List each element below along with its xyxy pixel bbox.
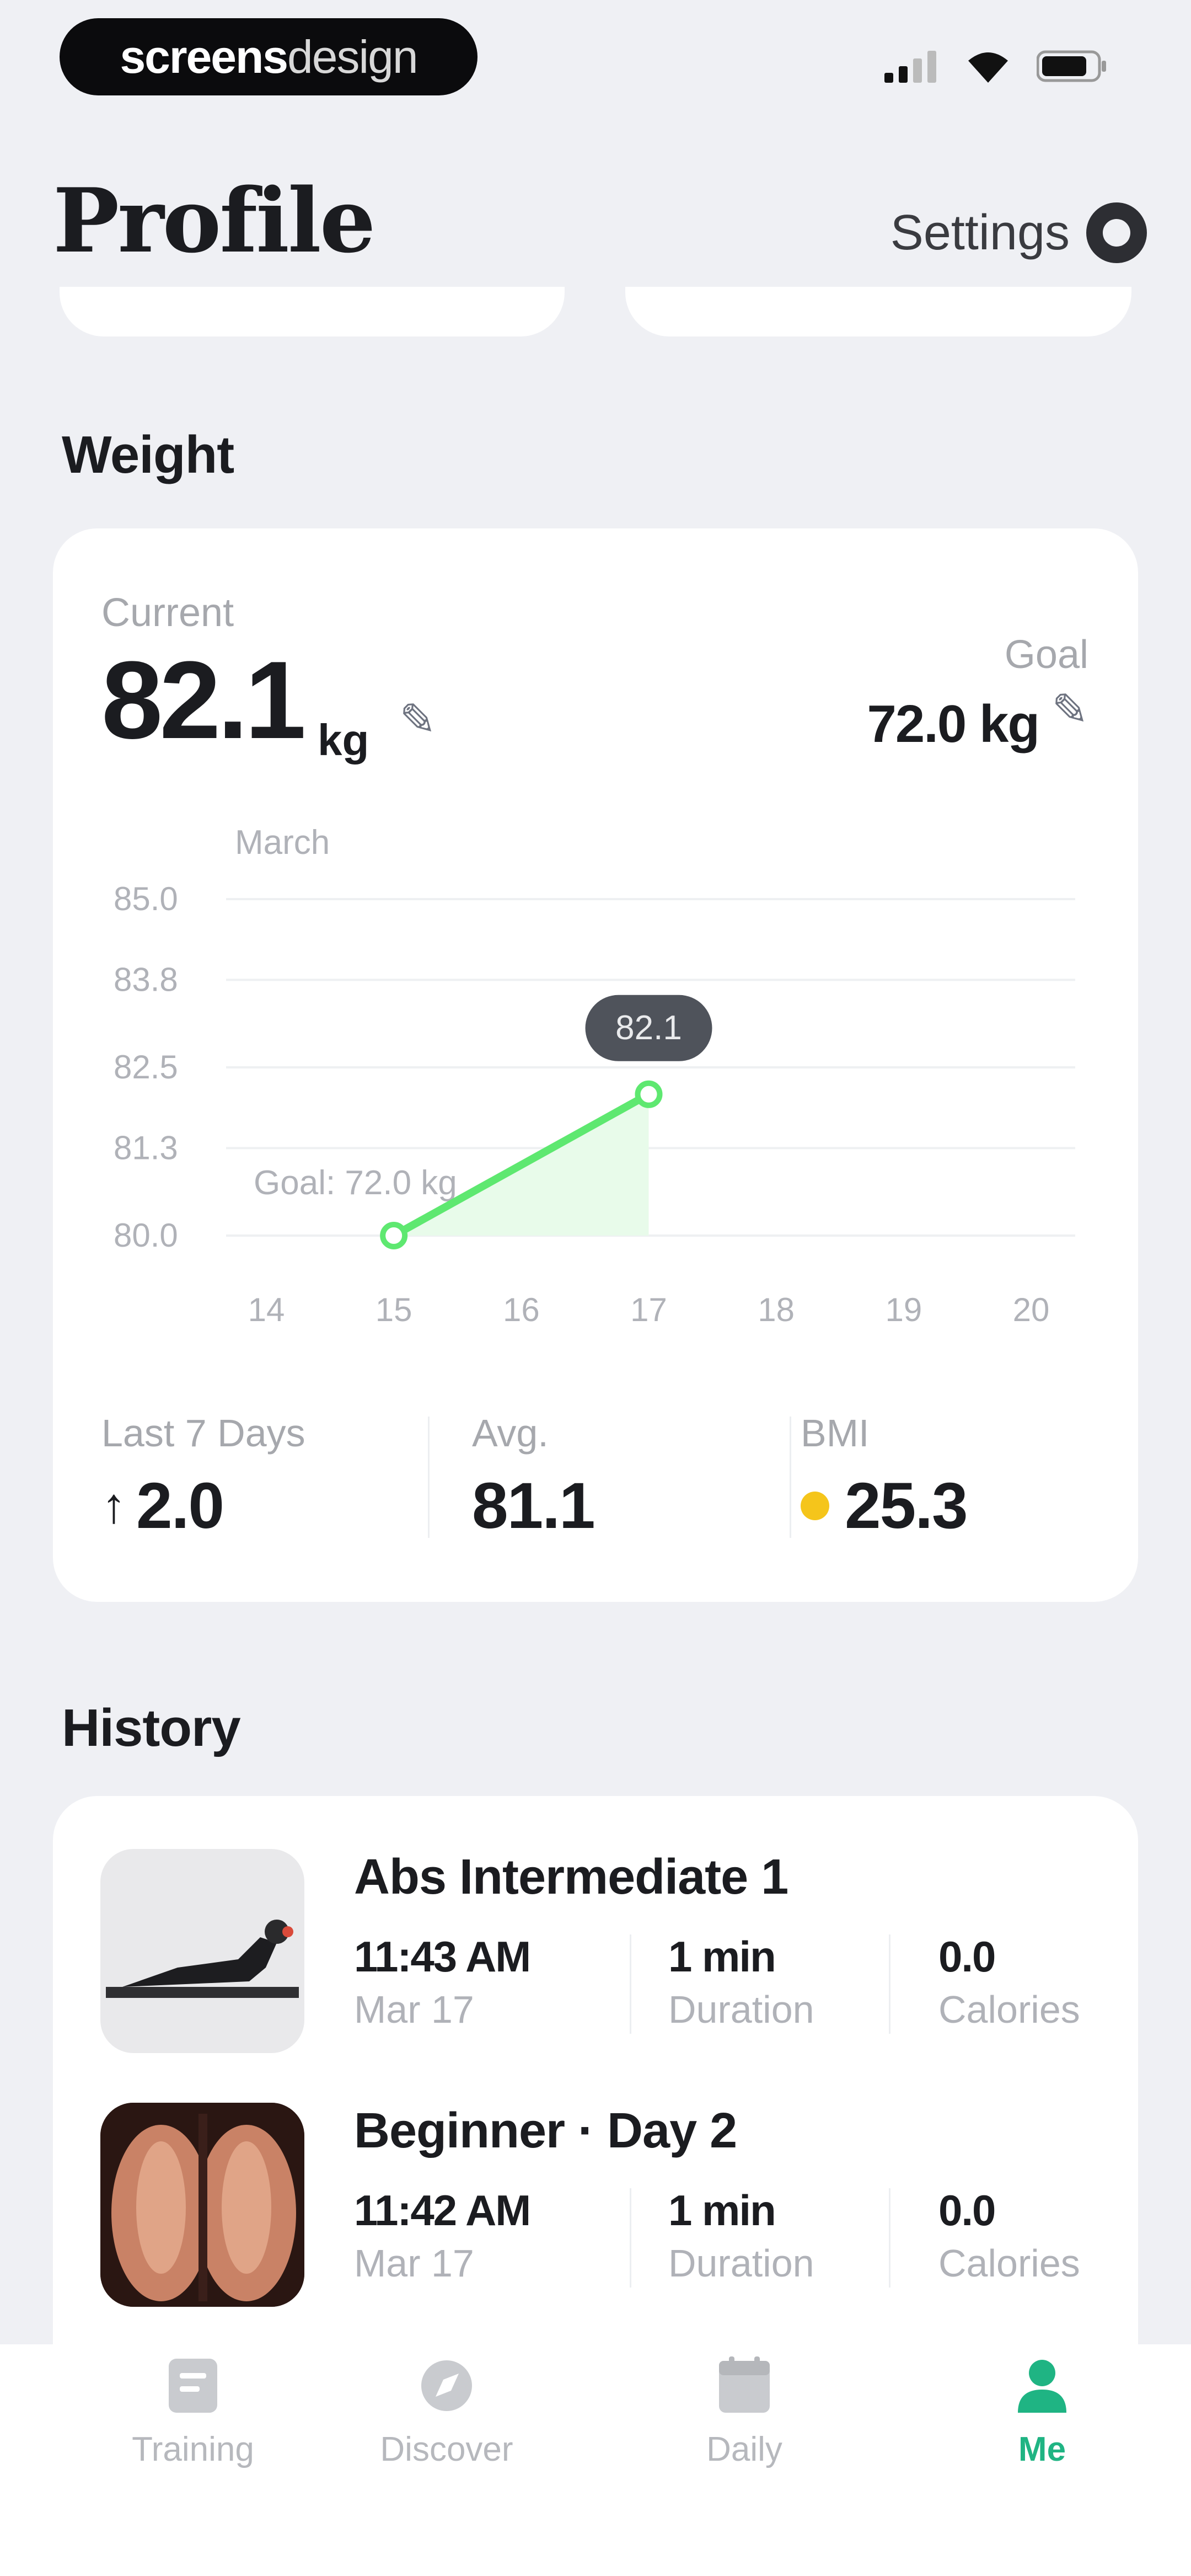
- history-item[interactable]: Abs Intermediate 1 11:43 AM Mar 17 1 min…: [100, 1849, 1093, 2059]
- tab-me[interactable]: Me: [904, 2344, 1180, 2576]
- history-section-title: History: [62, 1698, 241, 1757]
- weight-chart: March 85.0 83.8 82.5 81.3 80.0 14 15 16 17 18 19 2…: [114, 824, 1075, 1328]
- chart-x-tick: 18: [758, 1291, 795, 1328]
- chart-point: [380, 1222, 408, 1249]
- brand-logo-bold: screens: [120, 30, 288, 83]
- settings-label: Settings: [890, 205, 1070, 260]
- stat-last-7-days: Last 7 Days ↑ 2.0: [101, 1411, 305, 1543]
- stat-value: 25.3: [845, 1469, 968, 1542]
- chart-y-tick: 81.3: [114, 1129, 178, 1166]
- history-divider: [889, 2188, 890, 2288]
- calories-value: 0.0: [938, 1932, 996, 1981]
- chart-x-tick: 20: [1013, 1291, 1050, 1328]
- history-divider: [889, 1934, 890, 2034]
- tab-label: Training: [132, 2430, 254, 2468]
- stat-value: 2.0: [136, 1469, 224, 1542]
- tab-label: Me: [1018, 2430, 1066, 2468]
- weight-card: Current 82.1 kg ✎ Goal 72.0 kg ✎ March 8…: [53, 528, 1138, 1602]
- chart-x-tick: 14: [248, 1291, 285, 1328]
- chart-y-tick: 80.0: [114, 1217, 178, 1254]
- tab-label: Discover: [380, 2430, 513, 2468]
- tab-daily[interactable]: Daily: [607, 2344, 882, 2576]
- duration-label: Duration: [668, 1988, 814, 2031]
- stat-label: Last 7 Days: [101, 1412, 305, 1455]
- gear-icon: [1086, 202, 1147, 263]
- time-value: 11:42 AM: [354, 2186, 531, 2235]
- chart-y-tick: 83.8: [114, 961, 178, 998]
- stat-bmi: BMI 25.3: [801, 1411, 968, 1543]
- chart-y-tick: 82.5: [114, 1049, 178, 1086]
- tab-bar: Training Discover Daily Me: [0, 2344, 1191, 2576]
- tab-label: Daily: [706, 2430, 782, 2468]
- tab-discover[interactable]: Discover: [309, 2344, 584, 2576]
- chart-x-tick: 16: [503, 1291, 540, 1328]
- calories-label: Calories: [938, 2242, 1080, 2285]
- chart-y-tick: 85.0: [114, 880, 178, 917]
- profile-card-right: [625, 287, 1131, 336]
- chart-x-tick: 19: [885, 1291, 922, 1328]
- person-icon: [1018, 2360, 1066, 2413]
- status-icons: [877, 41, 1108, 91]
- bmi-indicator-dot: [801, 1492, 829, 1520]
- history-item-title: Abs Intermediate 1: [354, 1850, 788, 1905]
- chart-point: [635, 1080, 663, 1108]
- duration-value: 1 min: [668, 2186, 776, 2235]
- plank-photo: [100, 1849, 304, 2053]
- signal-icon: [884, 51, 936, 83]
- training-icon: [169, 2359, 217, 2413]
- history-item-time: 11:43 AM Mar 17: [354, 1932, 531, 2032]
- arrow-up-icon: ↑: [101, 1478, 126, 1533]
- stat-label: Avg.: [472, 1412, 549, 1455]
- history-item-time: 11:42 AM Mar 17: [354, 2185, 531, 2285]
- brand-logo-light: design: [287, 30, 419, 83]
- tab-training[interactable]: Training: [55, 2344, 331, 2576]
- time-value: 11:43 AM: [354, 1932, 531, 1981]
- history-item-title: Beginner · Day 2: [354, 2103, 737, 2158]
- chart-x-tick: 17: [630, 1291, 667, 1328]
- wifi-icon: [968, 52, 1008, 83]
- calories-value: 0.0: [938, 2186, 996, 2235]
- duration-value: 1 min: [668, 1932, 776, 1981]
- chart-tooltip-label: 82.1: [615, 1009, 682, 1047]
- history-item[interactable]: Beginner · Day 2 11:42 AM Mar 17 1 min D…: [100, 2103, 1093, 2312]
- stat-value: 81.1: [472, 1469, 596, 1542]
- calendar-icon: [719, 2356, 770, 2413]
- stat-label: BMI: [801, 1412, 870, 1455]
- goal-annotation: Goal: 72.0 kg: [254, 1164, 457, 1202]
- compass-icon: [421, 2360, 472, 2411]
- chart-x-tick: 15: [375, 1291, 412, 1328]
- duration-label: Duration: [668, 2242, 814, 2285]
- arms-photo: [100, 2103, 304, 2307]
- brand-logo: screens design: [60, 18, 478, 95]
- calories-label: Calories: [938, 1988, 1080, 2031]
- history-item-duration: 1 min Duration: [668, 2185, 814, 2285]
- stat-divider: [428, 1417, 430, 1538]
- history-item-duration: 1 min Duration: [668, 1932, 814, 2032]
- history-divider: [630, 1934, 631, 2034]
- chart-title: March: [235, 824, 330, 862]
- history-item-calories: 0.0 Calories: [938, 1932, 1080, 2032]
- weight-section-title: Weight: [62, 425, 234, 484]
- history-item-calories: 0.0 Calories: [938, 2185, 1080, 2285]
- date-value: Mar 17: [354, 1988, 474, 2031]
- page-title: Profile: [53, 169, 376, 272]
- date-value: Mar 17: [354, 2242, 474, 2285]
- history-divider: [630, 2188, 631, 2288]
- stat-divider: [790, 1417, 791, 1538]
- stat-average: Avg. 81.1: [472, 1411, 596, 1543]
- battery-icon: [1037, 50, 1106, 82]
- profile-card-left: [60, 287, 565, 336]
- settings-button[interactable]: Settings: [890, 200, 1147, 266]
